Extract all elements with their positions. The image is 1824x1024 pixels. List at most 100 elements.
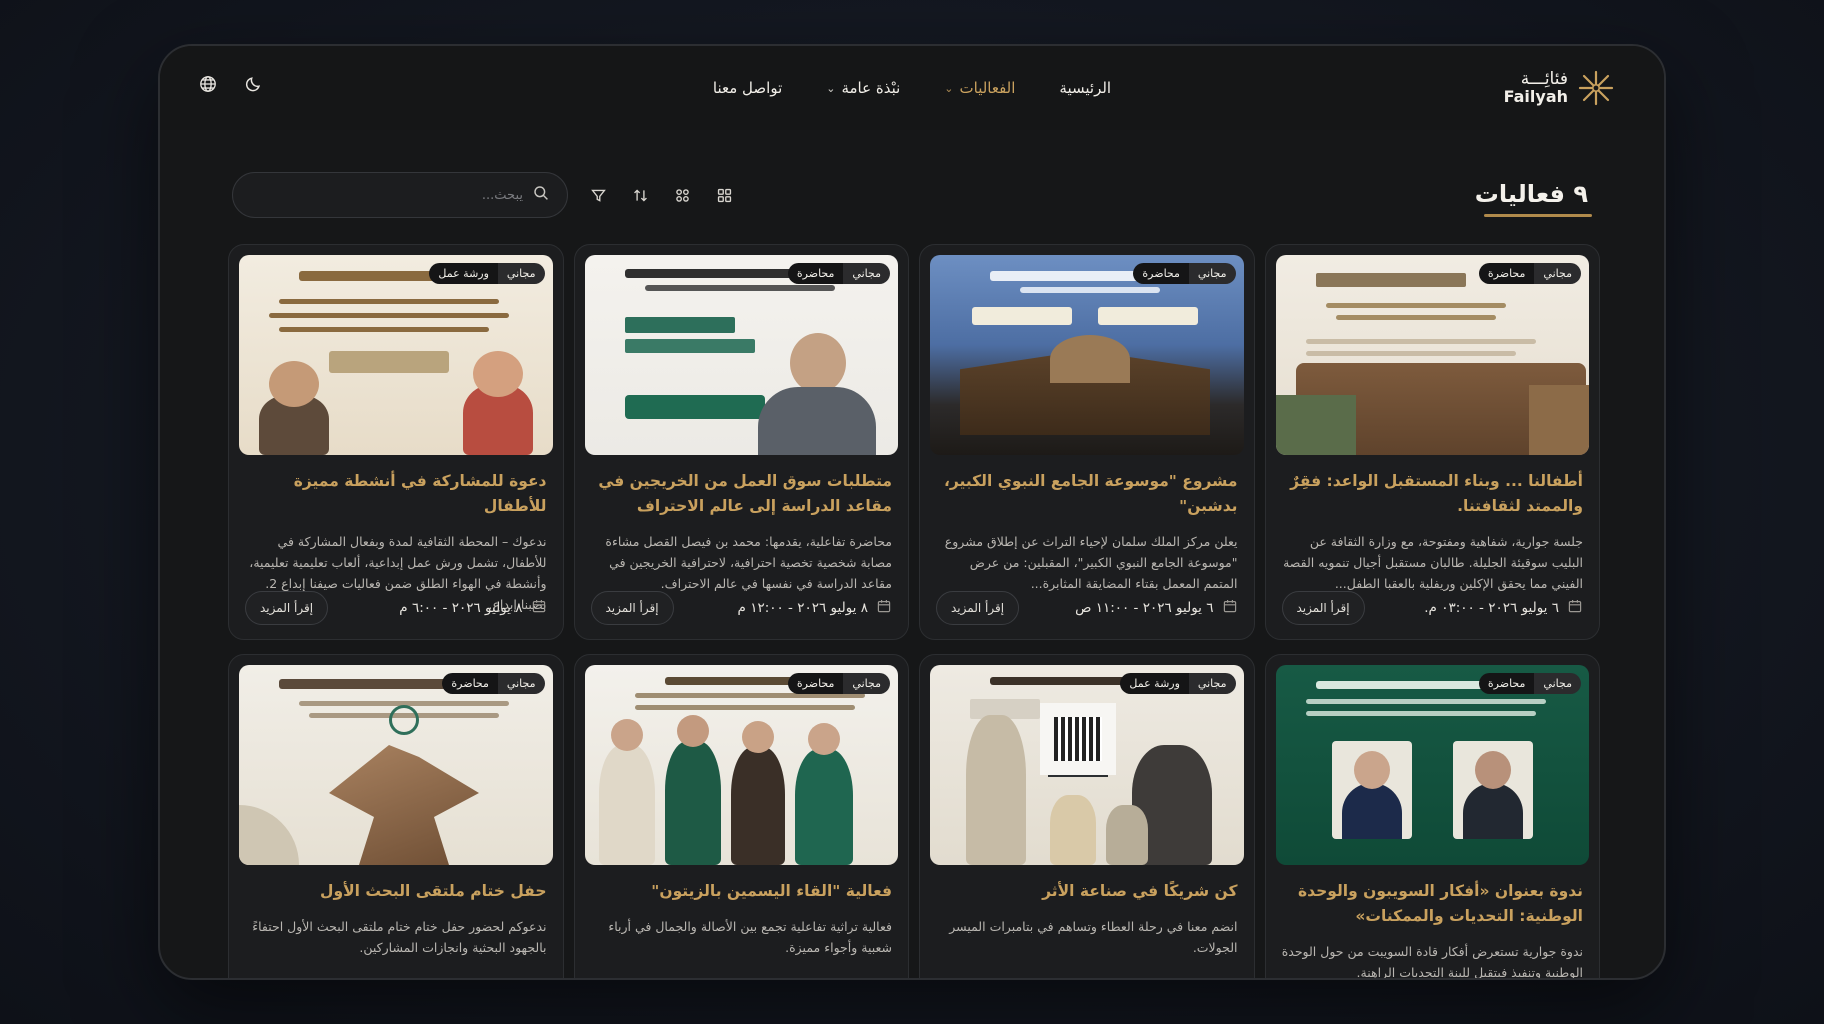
chevron-down-icon: ⌄	[944, 81, 954, 95]
filter-icon[interactable]	[586, 183, 610, 207]
event-card[interactable]: مجاني محاضرة ندوة بعنوان «أفكار السويبون…	[1264, 654, 1600, 980]
event-description: انضم معنا في رحلة العطاء وتساهم في بتامب…	[949, 918, 1238, 956]
price-badge: مجاني	[843, 673, 890, 694]
event-badges: مجاني محاضرة	[1478, 263, 1581, 284]
event-title[interactable]: أطفالنا ... وبناء المستقبل الواعد: فقِرٌ…	[1276, 469, 1590, 519]
type-badge: محاضرة	[1478, 673, 1535, 694]
type-badge: محاضرة	[1133, 263, 1189, 284]
event-card[interactable]: مجاني محاضرة متطلبات سوق العمل من الخريج…	[573, 244, 909, 640]
event-poster-image: مجاني محاضرة	[1275, 255, 1589, 455]
event-footer: ٦ يوليو ٢٠٢٦ - ١١:٠٠ ص إقرأ المزيد	[936, 589, 1238, 627]
event-description: فعالية تراثية تفاعلية تجمع بين الأصالة و…	[608, 918, 892, 956]
event-date-text: ٨ يوليو ٢٠٢٦ - ١٢:٠٠ م	[737, 600, 868, 616]
event-card[interactable]: مجاني محاضرة أطفالنا ... وبناء المستقبل …	[1264, 244, 1600, 640]
app-window: فئائِـــة Failyah الرئيسية الفعاليات ⌄ ن…	[158, 44, 1666, 980]
event-title[interactable]: ندوة بعنوان «أفكار السويبون والوحدة الوط…	[1276, 879, 1590, 929]
nav-contact-label: تواصل معنا	[712, 79, 783, 97]
event-badges: مجاني محاضرة	[1133, 263, 1236, 284]
nav-about[interactable]: نبْذة عامة ⌄	[826, 79, 900, 97]
event-poster-image: مجاني محاضرة	[1275, 665, 1589, 865]
search-box[interactable]	[232, 172, 568, 218]
calendar-icon	[531, 598, 547, 618]
event-date: ٨ يوليو ٢٠٢٦ - ١٢:٠٠ م	[738, 598, 892, 618]
event-card[interactable]: مجاني محاضرة مشروع "موسوعة الجامع النبوي…	[919, 244, 1255, 640]
chevron-down-icon: ⌄	[826, 81, 836, 95]
search-input[interactable]	[251, 187, 523, 203]
sort-icon[interactable]	[628, 183, 652, 207]
calendar-icon	[1222, 598, 1238, 618]
event-card[interactable]: مجاني ورشة عمل دعوة للمشاركة في أنشطة مم…	[228, 244, 564, 640]
event-card[interactable]: مجاني محاضرة حفل ختام ملتقى البحث الأول …	[228, 654, 564, 978]
events-grid: مجاني محاضرة أطفالنا ... وبناء المستقبل …	[228, 244, 1600, 980]
type-badge: محاضرة	[442, 673, 498, 694]
event-footer: ٨ يوليو ٢٠٢٦ - ٦:٠٠ م إقرأ المزيد	[245, 589, 547, 627]
nav-contact[interactable]: تواصل معنا	[713, 79, 782, 97]
event-date: ٦ يوليو ٢٠٢٦ - ١١:٠٠ ص	[1075, 598, 1237, 618]
brand-name-ar: فئائِـــة	[1520, 68, 1568, 89]
type-badge: محاضرة	[787, 673, 844, 694]
price-badge: مجاني	[1534, 673, 1581, 694]
event-poster-image: مجاني محاضرة	[239, 665, 553, 865]
event-description: محاضرة تفاعلية، يقدمها: محمد بن فيصل الق…	[605, 533, 892, 592]
event-title[interactable]: دعوة للمشاركة في أنشطة مميزة للأطفال	[239, 469, 553, 519]
event-badges: مجاني محاضرة	[787, 673, 890, 694]
price-badge: مجاني	[843, 263, 890, 284]
events-count-title: ٩ فعاليات	[1474, 180, 1588, 208]
top-navbar: فئائِـــة Failyah الرئيسية الفعاليات ⌄ ن…	[160, 46, 1664, 130]
event-description: ندعوكم لحضور حفل ختام ختام ملتقى البحث ا…	[252, 918, 547, 956]
event-badges: مجاني ورشة عمل	[1120, 673, 1236, 694]
event-title[interactable]: كن شريكًا في صناعة الأثر	[930, 879, 1244, 904]
event-badges: مجاني محاضرة	[787, 263, 890, 284]
type-badge: ورشة عمل	[1120, 673, 1189, 694]
nav-events[interactable]: الفعاليات ⌄	[944, 79, 1015, 97]
event-date-text: ٦ يوليو ٢٠٢٦ - ١١:٠٠ ص	[1075, 600, 1214, 616]
event-badges: مجاني محاضرة	[1478, 673, 1581, 694]
brand-logo[interactable]: فئائِـــة Failyah	[1504, 68, 1616, 108]
read-more-button[interactable]: إقرأ المزيد	[245, 591, 329, 625]
event-card[interactable]: مجاني محاضرة فعالية "القاء اليسمين بالزي…	[573, 654, 909, 978]
brand-name-en: Failyah	[1503, 86, 1568, 106]
nav-home-label: الرئيسية	[1059, 79, 1112, 97]
event-poster-image: مجاني ورشة عمل	[930, 665, 1244, 865]
calendar-icon	[876, 598, 892, 618]
price-badge: مجاني	[1188, 263, 1236, 284]
event-title[interactable]: متطلبات سوق العمل من الخريجين في مقاعد ا…	[585, 469, 899, 519]
read-more-button[interactable]: إقرأ المزيد	[1281, 591, 1365, 625]
event-description: جلسة جوارية، شفاهية ومفتوحة، مع وزارة ال…	[1283, 533, 1583, 592]
event-poster-image: مجاني محاضرة	[930, 255, 1244, 455]
type-badge: ورشة عمل	[429, 263, 498, 284]
moon-icon[interactable]	[242, 72, 266, 96]
event-badges: مجاني محاضرة	[442, 673, 545, 694]
nav-about-label: نبْذة عامة	[841, 79, 901, 97]
event-description: يعلن مركز الملك سلمان لإحياء التراث عن إ…	[944, 533, 1238, 592]
event-poster-image: مجاني محاضرة	[584, 255, 898, 455]
event-footer: ٦ يوليو ٢٠٢٦ - ٠٣:٠٠ م. إقرأ المزيد	[1281, 589, 1584, 627]
event-date-text: ٦ يوليو ٢٠٢٦ - ٠٣:٠٠ م.	[1424, 600, 1559, 616]
event-description: ندوة جوارية تستعرض أفكار قادة السويبت من…	[1281, 943, 1583, 980]
price-badge: مجاني	[1534, 263, 1581, 284]
logo-star-icon	[1576, 68, 1616, 108]
price-badge: مجاني	[497, 263, 545, 284]
globe-icon[interactable]	[196, 72, 220, 96]
grid-small-icon[interactable]	[670, 183, 694, 207]
calendar-icon	[1567, 598, 1583, 618]
title-underline	[1484, 214, 1592, 217]
read-more-button[interactable]: إقرأ المزيد	[936, 591, 1020, 625]
event-title[interactable]: فعالية "القاء اليسمين بالزيتون"	[585, 879, 899, 904]
type-badge: محاضرة	[1478, 263, 1535, 284]
event-date: ٨ يوليو ٢٠٢٦ - ٦:٠٠ م	[399, 598, 546, 618]
nav-home[interactable]: الرئيسية	[1059, 79, 1111, 97]
price-badge: مجاني	[497, 673, 545, 694]
view-tools	[586, 183, 736, 207]
event-poster-image: مجاني ورشة عمل	[239, 255, 553, 455]
search-icon	[533, 185, 549, 205]
event-card[interactable]: مجاني ورشة عمل كن شريكًا في صناعة الأثر …	[919, 654, 1255, 978]
read-more-button[interactable]: إقرأ المزيد	[590, 591, 674, 625]
event-badges: مجاني ورشة عمل	[429, 263, 545, 284]
nav-events-label: الفعاليات	[959, 79, 1016, 97]
grid-large-icon[interactable]	[712, 183, 736, 207]
type-badge: محاضرة	[787, 263, 844, 284]
event-footer: ٨ يوليو ٢٠٢٦ - ١٢:٠٠ م إقرأ المزيد	[590, 589, 893, 627]
event-title[interactable]: حفل ختام ملتقى البحث الأول	[239, 879, 553, 904]
event-title[interactable]: مشروع "موسوعة الجامع النبوي الكبير، بدشب…	[930, 469, 1244, 519]
